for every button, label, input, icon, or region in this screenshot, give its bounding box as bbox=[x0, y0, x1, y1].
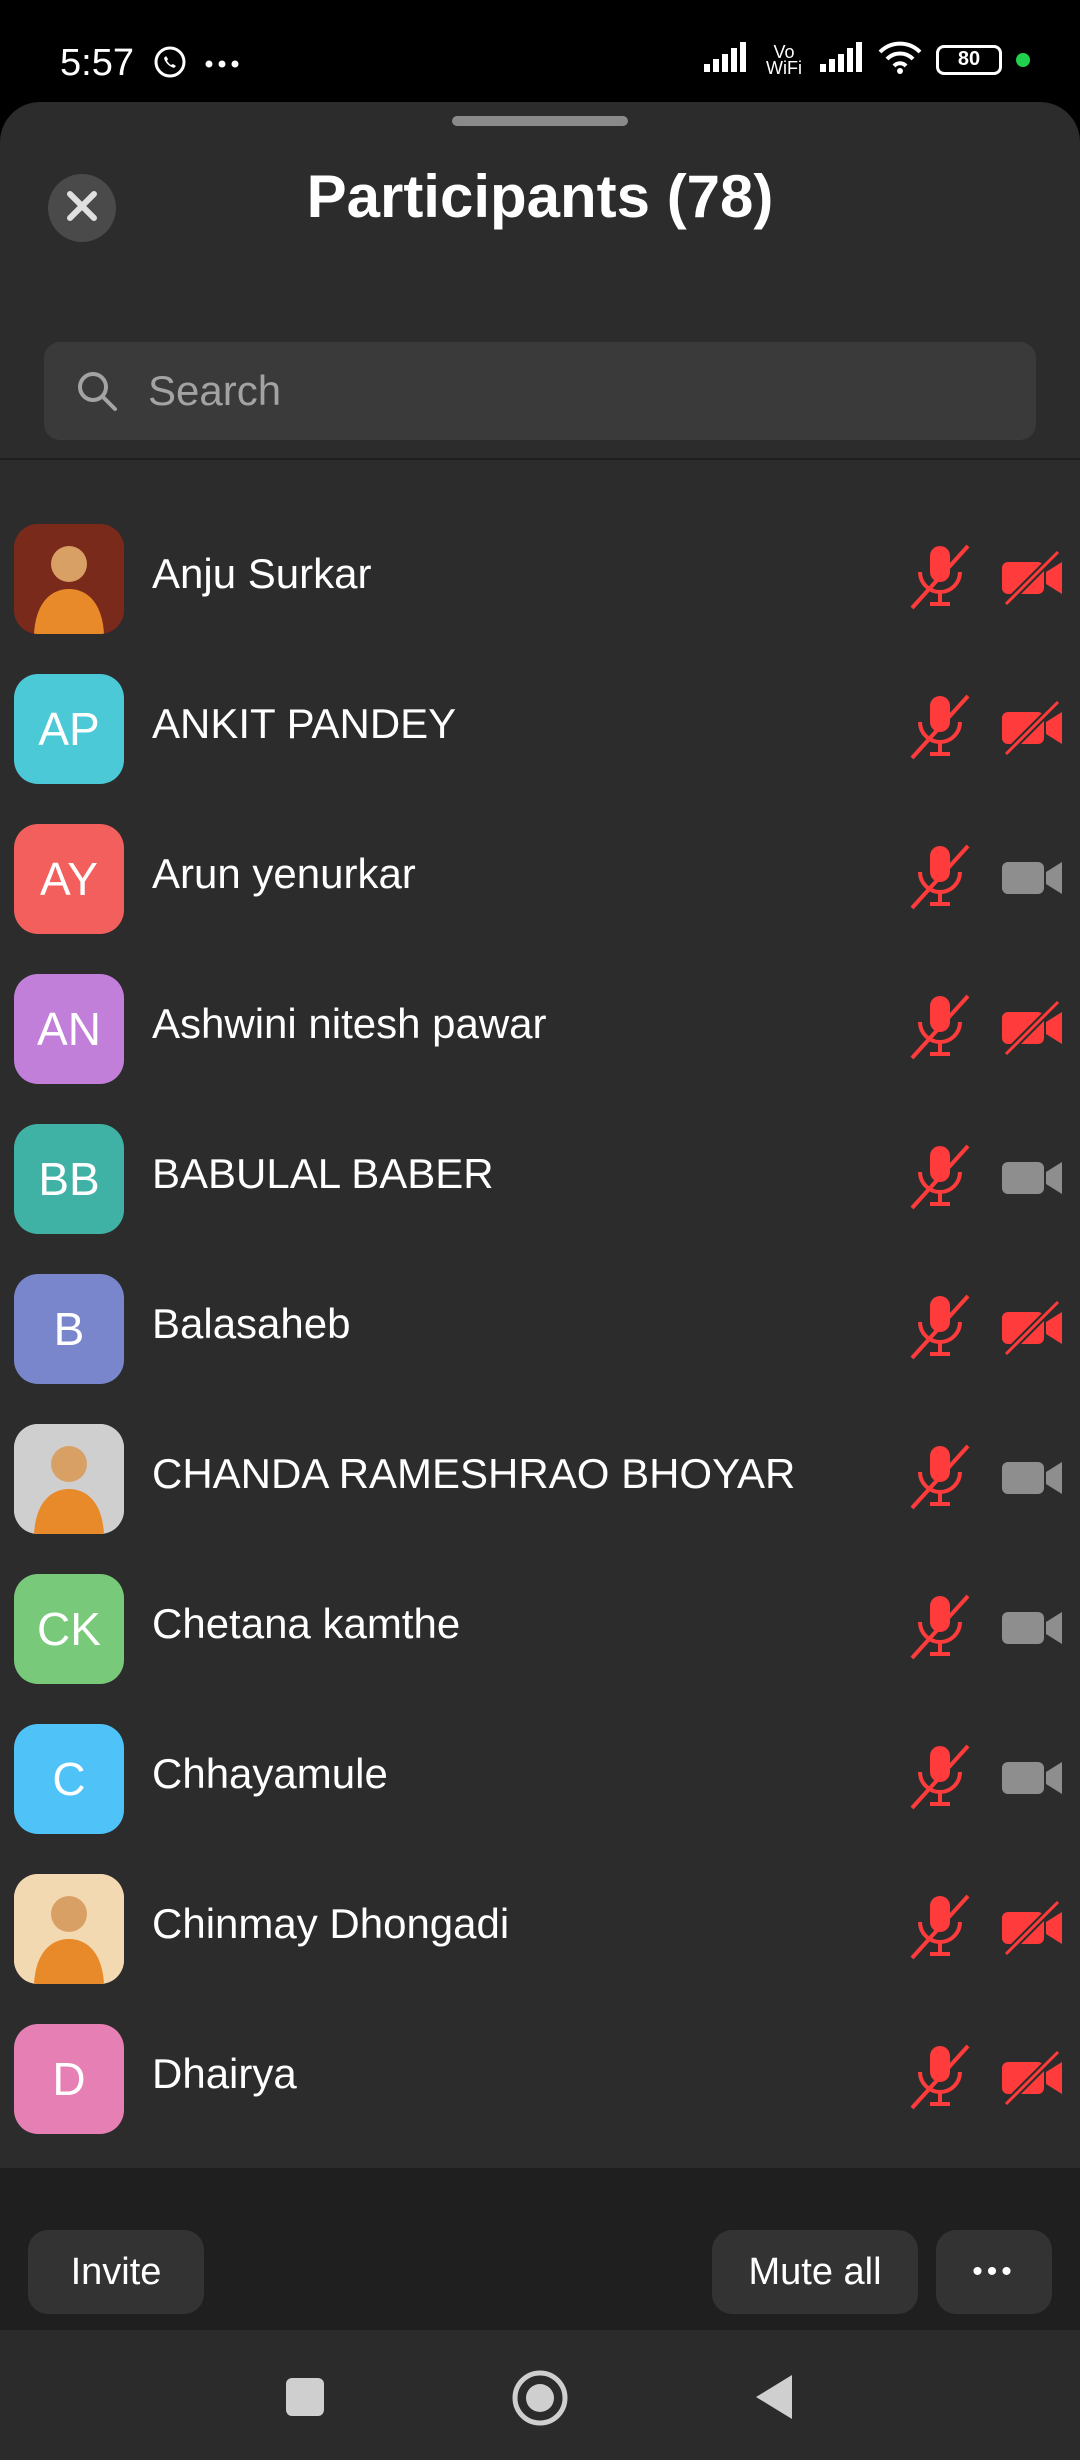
more-notifications-icon bbox=[204, 56, 240, 74]
avatar: AY bbox=[14, 824, 124, 934]
search-box[interactable] bbox=[44, 342, 1036, 440]
status-bar: 5:57 Vo WiFi 80 bbox=[0, 0, 1080, 110]
mic-muted-icon[interactable] bbox=[908, 1592, 972, 1667]
avatar: B bbox=[14, 1274, 124, 1384]
participant-row[interactable]: CHANDA RAMESHRAO BHOYAR bbox=[0, 1402, 1080, 1552]
mic-muted-icon[interactable] bbox=[908, 1142, 972, 1217]
participant-row[interactable]: C Chhayamule bbox=[0, 1702, 1080, 1852]
search-icon bbox=[74, 368, 120, 419]
mic-muted-icon[interactable] bbox=[908, 842, 972, 917]
avatar-initials: AN bbox=[37, 1003, 101, 1055]
mute-all-button[interactable]: Mute all bbox=[712, 2230, 918, 2314]
participant-name: Chinmay Dhongadi bbox=[152, 1900, 510, 1947]
avatar-initials: AY bbox=[40, 853, 98, 905]
avatar-initials: C bbox=[52, 1753, 86, 1805]
video-off-icon[interactable] bbox=[1000, 999, 1064, 1061]
participant-row[interactable]: Anju Surkar bbox=[0, 502, 1080, 652]
avatar-initials: B bbox=[53, 1303, 85, 1355]
mic-muted-icon[interactable] bbox=[908, 1742, 972, 1817]
video-icon[interactable] bbox=[1000, 1450, 1064, 1511]
video-off-icon[interactable] bbox=[1000, 1299, 1064, 1361]
participant-name: Chetana kamthe bbox=[152, 1600, 461, 1647]
avatar: AN bbox=[14, 974, 124, 1084]
avatar-initials: AP bbox=[38, 703, 100, 755]
avatar: D bbox=[14, 2024, 124, 2134]
avatar bbox=[14, 1424, 124, 1534]
avatar bbox=[14, 1874, 124, 1984]
participant-name: Ashwini nitesh pawar bbox=[152, 1000, 547, 1047]
participant-name: Anju Surkar bbox=[152, 550, 372, 597]
home-icon[interactable] bbox=[510, 2368, 570, 2433]
mic-muted-icon[interactable] bbox=[908, 1892, 972, 1967]
signal-icon-2 bbox=[820, 42, 864, 77]
battery-icon: 80 bbox=[936, 44, 1002, 75]
mic-muted-icon[interactable] bbox=[908, 1442, 972, 1517]
participant-name: BABULAL BABER bbox=[152, 1150, 494, 1197]
participant-name: Balasaheb bbox=[152, 1300, 351, 1347]
back-icon[interactable] bbox=[752, 2372, 796, 2427]
avatar: CK bbox=[14, 1574, 124, 1684]
video-off-icon[interactable] bbox=[1000, 1899, 1064, 1961]
participant-list: Anju Surkar AP ANKIT PANDEY AY Arun yenurkar… bbox=[0, 502, 1080, 2302]
more-options-button[interactable]: ••• bbox=[936, 2230, 1052, 2314]
participant-row[interactable]: D Dhairya bbox=[0, 2002, 1080, 2152]
avatar: C bbox=[14, 1724, 124, 1834]
signal-icon bbox=[704, 42, 748, 77]
video-off-icon[interactable] bbox=[1000, 699, 1064, 761]
page-title: Participants (78) bbox=[306, 163, 774, 230]
participants-sheet: Participants (78) Anju Surkar AP ANKIT PAN… bbox=[0, 102, 1080, 2330]
mic-muted-icon[interactable] bbox=[908, 1292, 972, 1367]
avatar: BB bbox=[14, 1124, 124, 1234]
invite-button[interactable]: Invite bbox=[28, 2230, 204, 2314]
video-icon[interactable] bbox=[1000, 1150, 1064, 1211]
privacy-indicator-dot bbox=[1016, 52, 1030, 67]
bottom-action-bar: Invite Mute all ••• bbox=[0, 2168, 1080, 2330]
participant-row[interactable]: CK Chetana kamthe bbox=[0, 1552, 1080, 1702]
participant-name: Dhairya bbox=[152, 2050, 297, 2097]
participant-row[interactable]: AP ANKIT PANDEY bbox=[0, 652, 1080, 802]
participant-row[interactable]: AN Ashwini nitesh pawar bbox=[0, 952, 1080, 1102]
mic-muted-icon[interactable] bbox=[908, 542, 972, 617]
avatar bbox=[14, 524, 124, 634]
participant-row[interactable]: Chinmay Dhongadi bbox=[0, 1852, 1080, 2002]
participant-name: Arun yenurkar bbox=[152, 850, 416, 897]
recent-apps-icon[interactable] bbox=[284, 2376, 326, 2423]
avatar-initials: BB bbox=[38, 1153, 100, 1205]
avatar: AP bbox=[14, 674, 124, 784]
participant-name: ANKIT PANDEY bbox=[152, 700, 457, 747]
video-icon[interactable] bbox=[1000, 1600, 1064, 1661]
participant-row[interactable]: B Balasaheb bbox=[0, 1252, 1080, 1402]
participant-row[interactable]: BB BABULAL BABER bbox=[0, 1102, 1080, 1252]
video-icon[interactable] bbox=[1000, 850, 1064, 911]
video-icon[interactable] bbox=[1000, 1750, 1064, 1811]
participant-name: CHANDA RAMESHRAO BHOYAR bbox=[152, 1450, 796, 1497]
vowifi-icon: Vo WiFi bbox=[766, 41, 802, 78]
video-off-icon[interactable] bbox=[1000, 2049, 1064, 2111]
divider bbox=[0, 458, 1080, 460]
search-input[interactable] bbox=[148, 342, 1008, 440]
participant-name: Chhayamule bbox=[152, 1750, 388, 1797]
mic-muted-icon[interactable] bbox=[908, 2042, 972, 2117]
whatsapp-icon bbox=[152, 44, 188, 85]
participant-row[interactable]: AY Arun yenurkar bbox=[0, 802, 1080, 952]
status-time: 5:57 bbox=[60, 42, 134, 84]
drag-handle[interactable] bbox=[452, 116, 628, 126]
mic-muted-icon[interactable] bbox=[908, 992, 972, 1067]
video-off-icon[interactable] bbox=[1000, 549, 1064, 611]
mic-muted-icon[interactable] bbox=[908, 692, 972, 767]
system-nav-bar bbox=[0, 2330, 1080, 2460]
avatar-initials: D bbox=[52, 2053, 86, 2105]
wifi-icon bbox=[878, 40, 922, 79]
avatar-initials: CK bbox=[37, 1603, 101, 1655]
